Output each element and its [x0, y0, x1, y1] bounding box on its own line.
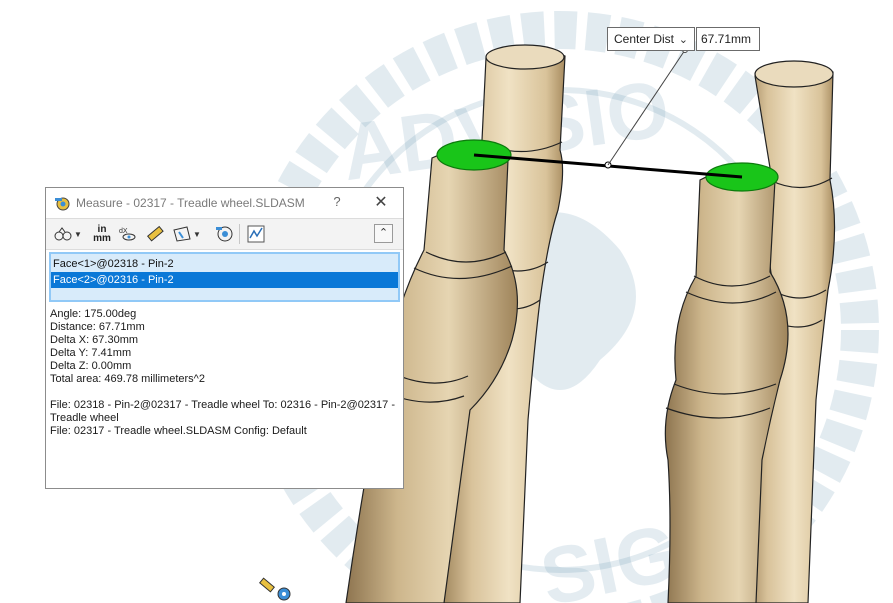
arc-circle-options-button[interactable]: ▼	[50, 223, 86, 245]
callout-value: 67.71mm	[696, 27, 760, 51]
callout-type-dropdown[interactable]: Center Dist ⌄	[607, 27, 695, 51]
selection-item[interactable]: Face<1>@02318 - Pin-2	[51, 256, 398, 272]
measurement-history-button[interactable]	[213, 223, 235, 245]
close-button[interactable]: ✕	[372, 192, 390, 212]
result-file-path: File: 02318 - Pin-2@02317 - Treadle whee…	[50, 399, 396, 424]
projection-on-button[interactable]: ▼	[170, 223, 204, 245]
help-button[interactable]: ?	[329, 194, 345, 212]
arc-circle-icon	[54, 227, 72, 241]
callout-dropdown-label: Center Dist	[614, 32, 675, 46]
measure-tape-icon	[55, 197, 70, 211]
projection-icon	[173, 226, 191, 242]
dropdown-arrow-icon: ▼	[193, 229, 201, 239]
xyz-measurement-icon: dX	[119, 228, 136, 241]
show-xyz-button[interactable]: dX	[117, 223, 141, 245]
result-file-config: File: 02317 - Treadle wheel.SLDASM Confi…	[50, 425, 307, 437]
result-total-area: Total area: 469.78 millimeters^2	[50, 373, 205, 385]
dialog-title: Measure - 02317 - Treadle wheel.SLDASM	[76, 196, 305, 210]
result-delta-x: Delta X: 67.30mm	[50, 334, 139, 346]
result-angle: Angle: 175.00deg	[50, 308, 137, 320]
collapse-button[interactable]: ⌃	[374, 224, 393, 243]
dropdown-arrow-icon: ▼	[74, 229, 82, 239]
toolbar-separator	[239, 224, 240, 244]
chevron-down-icon: ⌄	[678, 34, 688, 46]
result-delta-y: Delta Y: 7.41mm	[50, 347, 132, 359]
ruler-icon	[147, 225, 164, 242]
measure-toolbar: ▼ in mm dX ▼ ⌃	[46, 218, 403, 250]
create-sensor-button[interactable]	[245, 223, 267, 245]
measure-cursor-icon	[259, 577, 291, 601]
result-delta-z: Delta Z: 0.00mm	[50, 360, 132, 372]
units-mm-label: mm	[93, 233, 111, 244]
dialog-titlebar[interactable]: Measure - 02317 - Treadle wheel.SLDASM ?…	[46, 188, 403, 218]
units-precision-button[interactable]: in mm	[90, 223, 114, 245]
sensor-graph-icon	[247, 225, 265, 243]
measure-history-icon	[216, 226, 233, 242]
measure-callout: Center Dist ⌄ 67.71mm	[607, 27, 760, 51]
selection-item-selected[interactable]: Face<2>@02316 - Pin-2	[51, 272, 398, 288]
selection-list[interactable]: Face<1>@02318 - Pin-2 Face<2>@02316 - Pi…	[49, 252, 400, 302]
measure-results: Angle: 175.00deg Distance: 67.71mm Delta…	[50, 308, 400, 438]
point-to-point-button[interactable]	[144, 223, 166, 245]
result-distance: Distance: 67.71mm	[50, 321, 145, 333]
measure-dialog: Measure - 02317 - Treadle wheel.SLDASM ?…	[45, 187, 404, 489]
